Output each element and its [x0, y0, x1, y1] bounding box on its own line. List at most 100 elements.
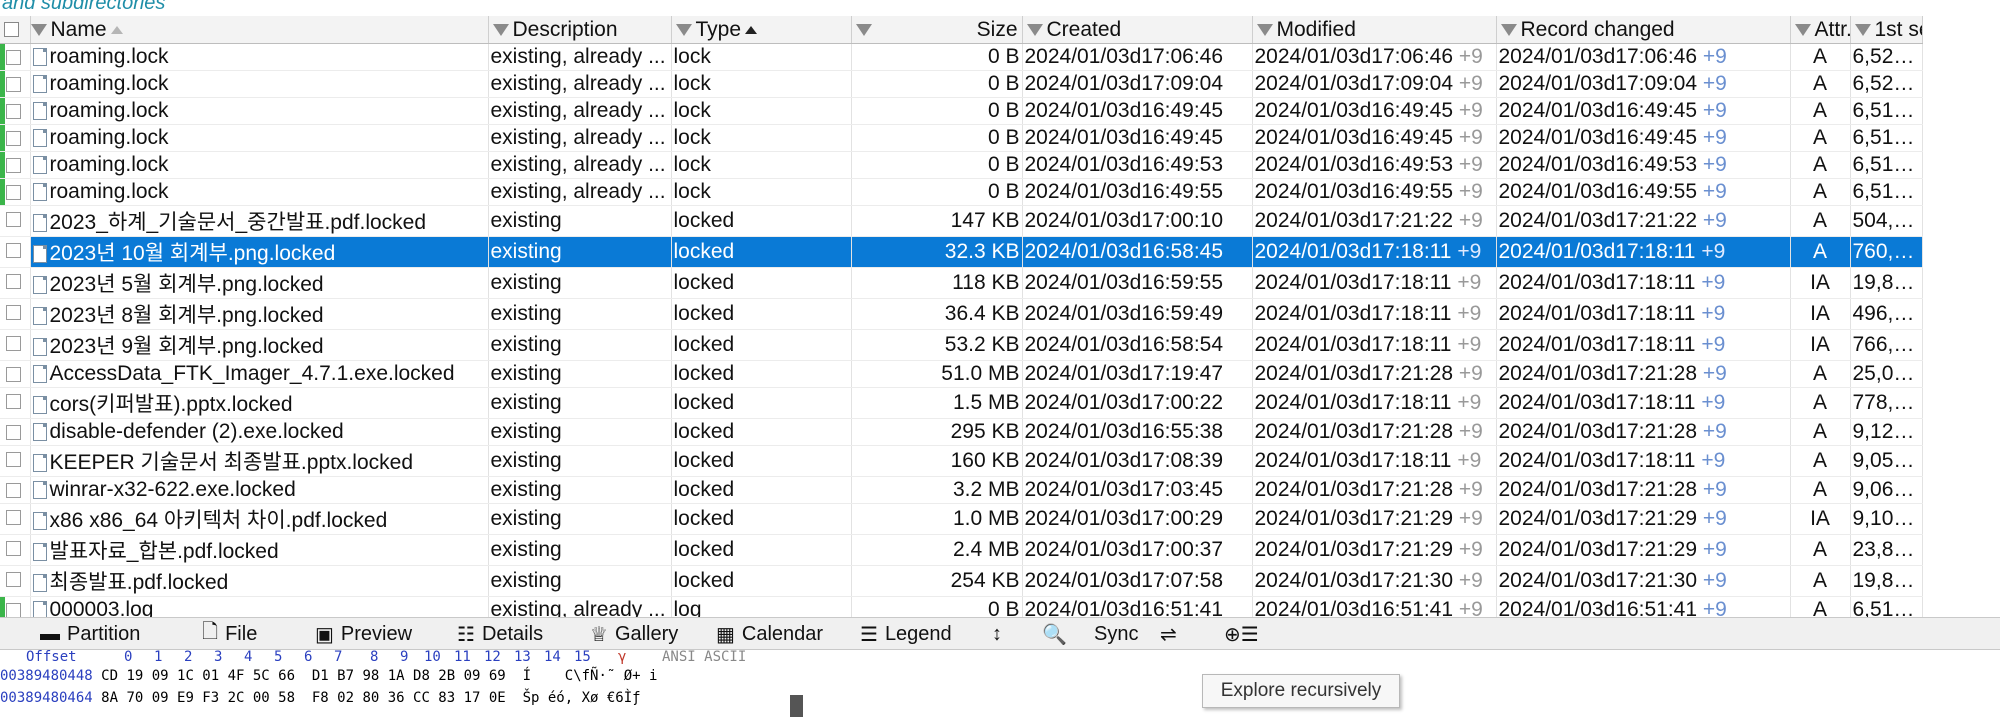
tab-file[interactable]: 🗋 File — [202, 621, 257, 646]
row-checkbox[interactable] — [6, 243, 21, 258]
row-checkbox-cell[interactable] — [0, 329, 31, 361]
row-checkbox-cell[interactable] — [0, 236, 31, 268]
table-row[interactable]: roaming.lock existing, already ... lock 0 B… — [0, 97, 1923, 125]
sync-icon[interactable]: ⇌ — [1160, 622, 1184, 646]
column-header-name[interactable]: Name — [30, 16, 489, 44]
cell-name[interactable]: 2023년 9월 회계부.png.locked — [30, 329, 489, 361]
row-checkbox-cell[interactable] — [0, 476, 31, 504]
row-checkbox[interactable] — [6, 131, 21, 146]
settings-icon[interactable]: ⊕☰ — [1224, 622, 1266, 646]
row-checkbox[interactable] — [6, 50, 21, 65]
column-header-first-sector[interactable]: 1st sector — [1850, 16, 1923, 44]
filter-icon[interactable] — [855, 23, 872, 36]
hex-scrollbar-thumb[interactable] — [790, 695, 803, 717]
tab-legend[interactable]: ☰ Legend — [860, 622, 952, 646]
row-checkbox-cell[interactable] — [0, 418, 31, 446]
row-checkbox[interactable] — [6, 274, 21, 289]
column-header-size[interactable]: Size — [851, 16, 1023, 44]
table-row[interactable]: 2023년 10월 회계부.png.locked existing locked 32… — [0, 236, 1923, 268]
hex-row[interactable]: 00389480464 8A 70 09 E9 F3 2C 00 58 F8 0… — [0, 690, 641, 712]
cell-name[interactable]: 최종발표.pdf.locked — [30, 565, 489, 597]
cell-name[interactable]: KEEPER 기술문서 최종발표.pptx.locked — [30, 445, 489, 477]
filter-icon[interactable] — [30, 23, 47, 36]
cell-name[interactable]: 2023년 8월 회계부.png.locked — [30, 298, 489, 330]
row-checkbox-cell[interactable] — [0, 298, 31, 330]
filter-icon[interactable] — [1026, 23, 1043, 36]
table-row[interactable]: 발표자료_합본.pdf.locked existing locked 2.4 MB 20… — [0, 534, 1923, 566]
hex-row[interactable]: 00389480448 CD 19 09 1C 01 4F 5C 66 D1 B… — [0, 668, 657, 690]
row-checkbox-cell[interactable] — [0, 43, 31, 71]
cell-name[interactable]: 2023_하계_기술문서_중간발표.pdf.locked — [30, 205, 489, 237]
table-row[interactable]: roaming.lock existing, already ... lock 0 B… — [0, 151, 1923, 179]
row-checkbox[interactable] — [6, 336, 21, 351]
row-checkbox-cell[interactable] — [0, 124, 31, 152]
row-checkbox[interactable] — [6, 158, 21, 173]
row-checkbox-cell[interactable] — [0, 267, 31, 299]
tab-sync[interactable]: Sync — [1094, 622, 1138, 646]
column-header-type[interactable]: Type — [671, 16, 852, 44]
row-checkbox-cell[interactable] — [0, 565, 31, 597]
column-header-modified[interactable]: Modified — [1252, 16, 1497, 44]
row-checkbox-cell[interactable] — [0, 205, 31, 237]
cell-name[interactable]: roaming.lock — [30, 43, 489, 71]
column-header-attr[interactable]: Attr. — [1790, 16, 1851, 44]
row-checkbox[interactable] — [6, 77, 21, 92]
row-checkbox-cell[interactable] — [0, 151, 31, 179]
tab-details[interactable]: ☷ Details — [457, 622, 543, 646]
cell-name[interactable]: 2023년 10월 회계부.png.locked — [30, 236, 489, 268]
row-checkbox[interactable] — [6, 510, 21, 525]
table-row[interactable]: x86 x86_64 아키텍처 차이.pdf.locked existing loc… — [0, 503, 1923, 535]
row-checkbox-cell[interactable] — [0, 70, 31, 98]
row-checkbox[interactable] — [6, 367, 21, 382]
table-row[interactable]: roaming.lock existing, already ... lock 0 B… — [0, 70, 1923, 98]
table-row[interactable]: KEEPER 기술문서 최종발표.pptx.locked existing lock… — [0, 445, 1923, 477]
cell-name[interactable]: winrar-x32-622.exe.locked — [30, 476, 489, 504]
column-header-description[interactable]: Description — [488, 16, 672, 44]
cell-name[interactable]: AccessData_FTK_Imager_4.7.1.exe.locked — [30, 360, 489, 388]
row-checkbox[interactable] — [6, 483, 21, 498]
table-row[interactable]: AccessData_FTK_Imager_4.7.1.exe.locked ex… — [0, 360, 1923, 388]
filter-icon[interactable] — [1794, 23, 1811, 36]
row-checkbox-cell[interactable] — [0, 178, 31, 206]
cell-name[interactable]: 2023년 5월 회계부.png.locked — [30, 267, 489, 299]
file-list-panel[interactable]: Name Description Type Size Created Modif… — [0, 16, 2000, 617]
table-row[interactable]: 2023년 9월 회계부.png.locked existing locked 53.… — [0, 329, 1923, 361]
cell-name[interactable]: roaming.lock — [30, 151, 489, 179]
tab-preview[interactable]: ▣ Preview — [315, 622, 412, 646]
column-header-record-changed[interactable]: Record changed — [1496, 16, 1791, 44]
row-checkbox[interactable] — [6, 425, 21, 440]
filter-icon[interactable] — [1500, 23, 1517, 36]
select-all-checkbox[interactable] — [4, 22, 19, 38]
cell-name[interactable]: disable-defender (2).exe.locked — [30, 418, 489, 446]
table-row[interactable]: 2023년 8월 회계부.png.locked existing locked 36.… — [0, 298, 1923, 330]
row-checkbox-cell[interactable] — [0, 445, 31, 477]
table-row[interactable]: winrar-x32-622.exe.locked existing locked 3… — [0, 476, 1923, 504]
table-row[interactable]: roaming.lock existing, already ... lock 0 B… — [0, 43, 1923, 71]
table-row[interactable]: disable-defender (2).exe.locked existing l… — [0, 418, 1923, 446]
row-checkbox[interactable] — [6, 572, 21, 587]
explore-recursively-icon[interactable]: 🔍 — [1042, 622, 1074, 646]
filter-icon[interactable] — [1256, 23, 1273, 36]
table-row[interactable]: 2023_하계_기술문서_중간발표.pdf.locked existing lock… — [0, 205, 1923, 237]
cell-name[interactable]: x86 x86_64 아키텍처 차이.pdf.locked — [30, 503, 489, 535]
row-checkbox-cell[interactable] — [0, 596, 31, 617]
row-checkbox-cell[interactable] — [0, 534, 31, 566]
tab-partition[interactable]: ▬ Partition — [40, 622, 140, 646]
column-header-created[interactable]: Created — [1022, 16, 1253, 44]
filter-icon[interactable] — [675, 23, 692, 36]
row-checkbox[interactable] — [6, 185, 21, 200]
cell-name[interactable]: 000003.log — [30, 596, 489, 617]
row-checkbox[interactable] — [6, 104, 21, 119]
table-row[interactable]: cors(키퍼발표).pptx.locked existing locked 1.5 … — [0, 387, 1923, 419]
table-row[interactable]: roaming.lock existing, already ... lock 0 B… — [0, 124, 1923, 152]
row-checkbox[interactable] — [6, 541, 21, 556]
table-row[interactable]: 000003.log existing, already ... log 0 B 202… — [0, 596, 1923, 617]
row-checkbox[interactable] — [6, 394, 21, 409]
filter-icon[interactable] — [1854, 23, 1871, 36]
splitter-arrows-icon[interactable]: ↕ — [992, 622, 1009, 646]
row-checkbox[interactable] — [6, 452, 21, 467]
table-row[interactable]: roaming.lock existing, already ... lock 0 B… — [0, 178, 1923, 206]
row-checkbox-cell[interactable] — [0, 360, 31, 388]
table-row[interactable]: 2023년 5월 회계부.png.locked existing locked 118… — [0, 267, 1923, 299]
row-checkbox-cell[interactable] — [0, 503, 31, 535]
